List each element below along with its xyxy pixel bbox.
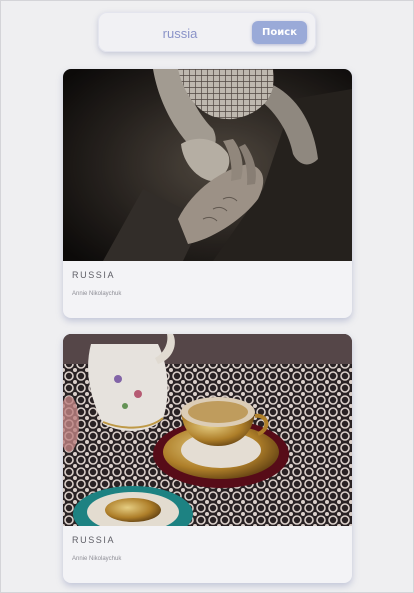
search-bar: Поиск xyxy=(98,12,316,52)
baby-and-grandparent-hands-photo[interactable] xyxy=(63,69,352,261)
search-input[interactable] xyxy=(108,20,252,46)
card-title: RUSSIA xyxy=(72,270,116,280)
card-author: Annie Nikolaychuk xyxy=(72,556,122,562)
photo-card[interactable]: RUSSIA Annie Nikolaychuk xyxy=(63,69,352,318)
search-button[interactable]: Поиск xyxy=(252,21,307,44)
porcelain-teacups-on-lace-photo[interactable] xyxy=(63,334,352,526)
card-author: Annie Nikolaychuk xyxy=(72,291,122,297)
photo-card[interactable]: RUSSIA Annie Nikolaychuk xyxy=(63,334,352,583)
card-title: RUSSIA xyxy=(72,535,116,545)
